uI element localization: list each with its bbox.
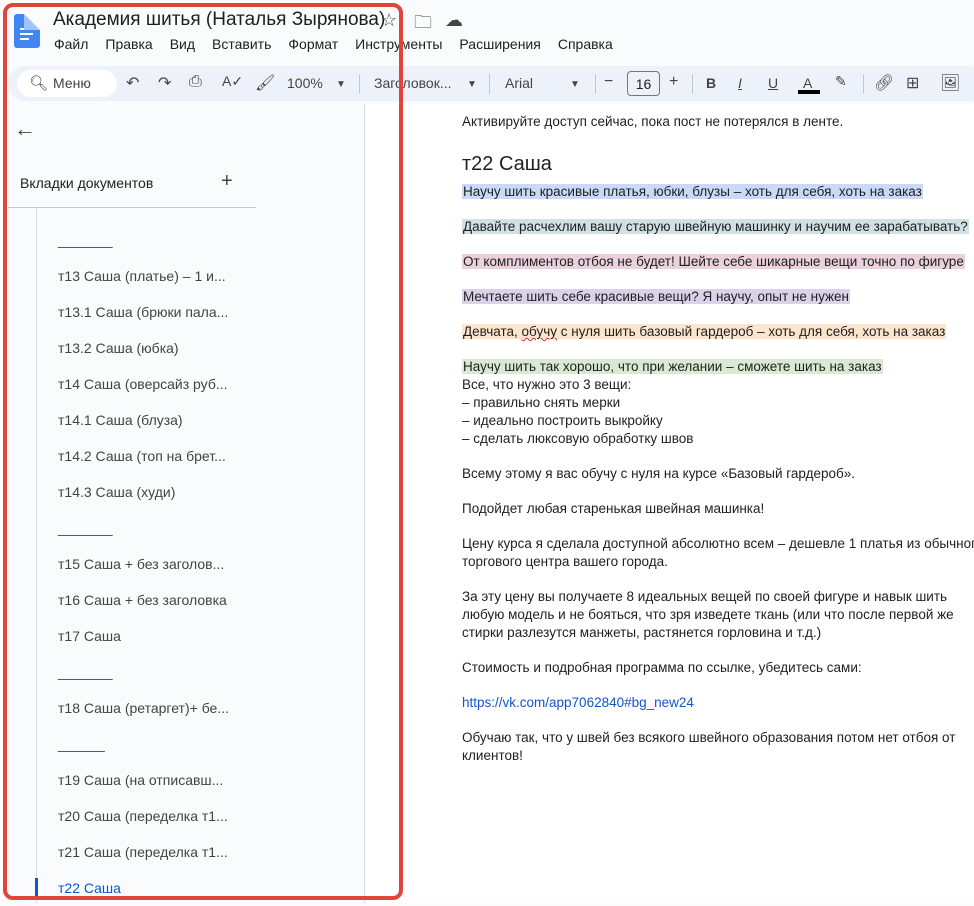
- add-comment-icon[interactable]: ⊞: [906, 73, 919, 93]
- list-item: – сделать люксовую обработку швов: [462, 431, 694, 446]
- course-link[interactable]: https://vk.com/app7062840#bg_new24: [462, 695, 694, 710]
- chevron-down-icon[interactable]: ▼: [467, 79, 477, 90]
- paragraph-line: стирки разлезутся манжеты, растянется го…: [462, 625, 822, 640]
- document-heading: т22 Саша: [462, 153, 552, 175]
- highlighted-headline: От комплиментов отбоя не будет! Шейте се…: [462, 254, 965, 269]
- link-icon[interactable]: 🔗︎: [874, 73, 894, 93]
- highlighted-headline: Мечтаете шить себе красивые вещи? Я науч…: [462, 289, 850, 304]
- misspelled-word[interactable]: обучу: [522, 324, 557, 339]
- list-intro: Все, что нужно это 3 вещи:: [462, 377, 632, 392]
- menu-extensions[interactable]: Расширения: [459, 36, 540, 52]
- paragraph-line: клиентов!: [462, 748, 523, 763]
- divider: [595, 74, 596, 94]
- text-color-icon[interactable]: A: [803, 75, 812, 91]
- paragraph: Подойдет любая старенькая швейная машинк…: [462, 501, 765, 516]
- text: Девчата,: [463, 324, 522, 339]
- insert-image-icon[interactable]: 🖼︎: [940, 73, 960, 93]
- paragraph-line: торгового центра вашего города.: [462, 554, 668, 569]
- document-content[interactable]: Активируйте доступ сейчас, пока пост не …: [462, 113, 974, 782]
- paragraph: Стоимость и подробная программа по ссылк…: [462, 660, 862, 675]
- highlighted-headline: Научу шить так хорошо, что при желании –…: [462, 359, 883, 374]
- divider: [489, 74, 490, 94]
- paragraph-line: Обучаю так, что у швей без всякого швейн…: [462, 730, 956, 745]
- increase-font-size-icon[interactable]: +: [669, 73, 678, 91]
- font-size-input[interactable]: 16: [627, 71, 660, 96]
- highlighted-headline: Девчата, обучу с нуля шить базовый гарде…: [462, 324, 947, 339]
- italic-icon[interactable]: I: [738, 75, 742, 91]
- chevron-down-icon[interactable]: ▼: [570, 79, 580, 90]
- paragraph: Активируйте доступ сейчас, пока пост не …: [462, 114, 844, 129]
- underline-icon[interactable]: U: [768, 75, 778, 91]
- list-item: – правильно снять мерки: [462, 395, 621, 410]
- divider: [692, 74, 693, 94]
- paragraph: Всему этому я вас обучу с нуля на курсе …: [462, 466, 855, 481]
- text: с нуля шить базовый гардероб – хоть для …: [557, 324, 946, 339]
- font-select[interactable]: Arial: [505, 75, 533, 91]
- paragraph-line: За эту цену вы получаете 8 идеальных вещ…: [462, 589, 948, 604]
- annotation-highlight-box: [3, 3, 403, 900]
- paragraph-line: Цену курса я сделала доступной абсолютно…: [462, 536, 974, 551]
- decrease-font-size-icon[interactable]: −: [604, 73, 613, 91]
- highlighted-headline: Научу шить красивые платья, юбки, блузы …: [462, 184, 923, 199]
- highlighted-headline: Давайте расчехлим вашу старую швейную ма…: [462, 219, 969, 234]
- divider: [863, 74, 864, 94]
- menu-help[interactable]: Справка: [558, 36, 613, 52]
- paragraph-line: любую модель и не бояться, что зря извед…: [462, 607, 954, 622]
- bold-icon[interactable]: B: [706, 75, 716, 91]
- highlight-icon[interactable]: ✎: [835, 73, 847, 90]
- text-color-swatch: [798, 90, 820, 94]
- cloud-saved-icon[interactable]: ☁: [445, 10, 463, 31]
- list-item: – идеально построить выкройку: [462, 413, 663, 428]
